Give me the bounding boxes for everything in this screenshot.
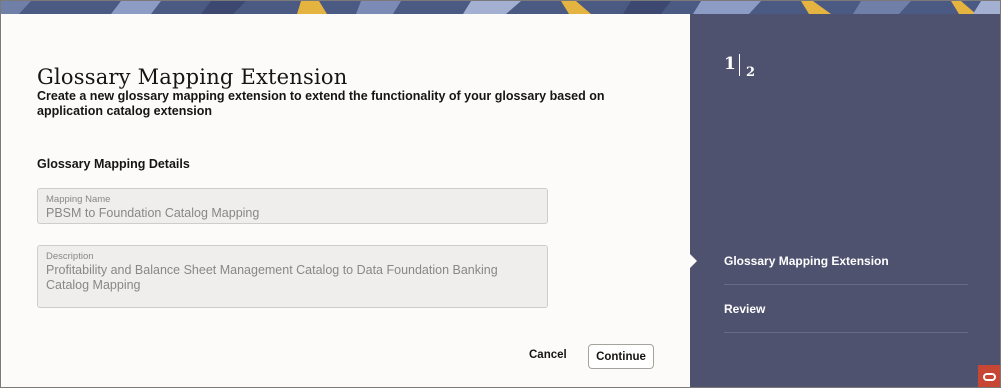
- cancel-button[interactable]: Cancel: [529, 349, 567, 361]
- continue-button[interactable]: Continue: [588, 344, 654, 369]
- decorative-banner: [1, 1, 1000, 14]
- mapping-name-label: Mapping Name: [46, 194, 111, 205]
- current-step-number: 1: [724, 54, 736, 74]
- step-separator: [739, 54, 740, 76]
- mapping-name-value: PBSM to Foundation Catalog Mapping: [46, 206, 260, 220]
- mapping-name-field[interactable]: Mapping Name PBSM to Foundation Catalog …: [37, 188, 548, 224]
- step-divider: [724, 332, 968, 333]
- step-glossary-mapping-extension[interactable]: Glossary Mapping Extension: [724, 254, 889, 268]
- total-steps-number: 2: [746, 65, 756, 80]
- dialog-frame: Glossary Mapping Extension Create a new …: [0, 0, 1001, 388]
- active-step-pointer-icon: [690, 254, 697, 268]
- section-title: Glossary Mapping Details: [37, 157, 190, 171]
- page-subtitle: Create a new glossary mapping extension …: [37, 89, 605, 118]
- page-title: Glossary Mapping Extension: [37, 65, 348, 89]
- description-field[interactable]: Description Profitability and Balance Sh…: [37, 245, 548, 308]
- description-value: Profitability and Balance Sheet Manageme…: [46, 263, 498, 292]
- description-label: Description: [46, 251, 94, 262]
- step-review[interactable]: Review: [724, 302, 765, 316]
- step-divider: [724, 284, 968, 285]
- oracle-logo-icon: [978, 365, 1000, 387]
- main-panel: Glossary Mapping Extension Create a new …: [2, 14, 690, 387]
- step-sidebar: 1 2 Glossary Mapping Extension Review: [690, 14, 1000, 387]
